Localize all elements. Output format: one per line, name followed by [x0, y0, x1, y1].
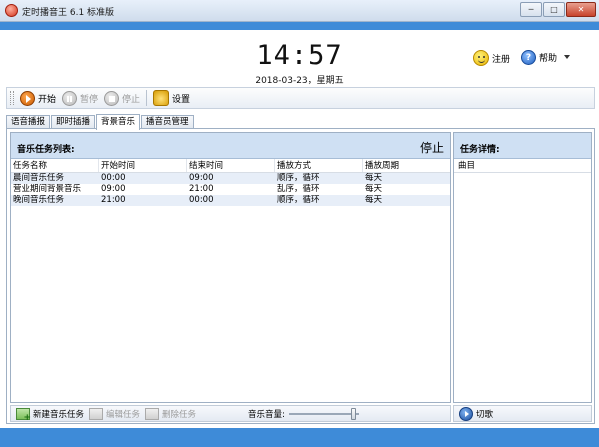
detail-actions: 切歌: [453, 405, 592, 422]
task-table-body: 晨间音乐任务 00:00 09:00 顺序，循环 每天 营业期间背景音乐 09:…: [11, 173, 450, 206]
table-row[interactable]: 营业期间背景音乐 09:00 21:00 乱序，循环 每天: [11, 184, 450, 195]
status-bar: [0, 428, 599, 447]
stop-label: 停止: [122, 94, 141, 105]
column-header-play-cycle[interactable]: 播放周期: [363, 159, 449, 172]
stop-button[interactable]: 停止: [104, 89, 140, 107]
cell-start-time: 00:00: [101, 173, 126, 183]
switch-song-button[interactable]: 切歌: [459, 406, 494, 421]
add-task-icon: [16, 407, 31, 423]
delete-task-label: 删除任务: [162, 409, 197, 420]
column-header-task-name[interactable]: 任务名称: [11, 159, 99, 172]
tab-background-music[interactable]: 背景音乐: [96, 114, 141, 130]
background-music-panel: 音乐任务列表: 停止 任务名称 开始时间 结束时间 播放方式 播放周期 晨间音乐…: [6, 128, 595, 424]
register-link[interactable]: 注册: [473, 50, 510, 66]
task-table-header: 任务名称 开始时间 结束时间 播放方式 播放周期: [11, 159, 450, 173]
table-row[interactable]: 晨间音乐任务 00:00 09:00 顺序，循环 每天: [11, 173, 450, 184]
tab-strip: 语音播报 即时插播 背景音乐 播音员管理: [6, 113, 195, 130]
cell-start-time: 21:00: [101, 195, 126, 205]
play-icon: [20, 90, 35, 106]
cell-start-time: 09:00: [101, 184, 126, 194]
edit-task-button[interactable]: 编辑任务: [89, 407, 141, 420]
maximize-button[interactable]: □: [543, 2, 565, 17]
cell-play-mode: 顺序，循环: [277, 195, 320, 205]
register-label: 注册: [492, 54, 511, 65]
switch-song-label: 切歌: [476, 409, 494, 420]
volume-slider[interactable]: [288, 407, 359, 420]
pause-icon: [62, 90, 78, 106]
start-button[interactable]: 开始: [20, 89, 56, 107]
app-icon: [5, 4, 18, 17]
cell-task-name: 晨间音乐任务: [13, 173, 65, 183]
cell-play-mode: 乱序，循环: [277, 184, 320, 194]
window-title: 定时播音王 6.1 标准版: [22, 8, 115, 18]
cell-end-time: 09:00: [189, 173, 214, 183]
music-task-list-title: 音乐任务列表:: [17, 145, 75, 155]
settings-label: 设置: [172, 94, 191, 105]
music-task-list-header: 音乐任务列表: 停止: [11, 133, 450, 159]
header-accent-bar: [0, 22, 599, 30]
start-label: 开始: [38, 94, 57, 105]
settings-icon: [153, 90, 170, 106]
volume-slider-thumb[interactable]: [350, 407, 356, 420]
toolbar-grip[interactable]: [10, 91, 14, 105]
column-header-track[interactable]: 曲目: [454, 159, 591, 173]
volume-slider-track: [288, 412, 359, 415]
cell-end-time: 21:00: [189, 184, 214, 194]
chevron-down-icon[interactable]: [564, 55, 570, 59]
music-task-actions: 新建音乐任务 编辑任务 删除任务 音乐音量:: [10, 405, 451, 423]
clock-date: 2018-03-23，星期五: [255, 76, 344, 86]
settings-button[interactable]: 设置: [153, 89, 190, 107]
next-track-icon: [459, 406, 473, 421]
tab-announcer-management[interactable]: 播音员管理: [141, 115, 194, 129]
cell-end-time: 00:00: [189, 195, 214, 205]
edit-task-label: 编辑任务: [106, 409, 141, 420]
main-toolbar: 开始 暂停 停止 设置: [6, 87, 595, 109]
pause-label: 暂停: [80, 94, 99, 105]
close-button[interactable]: ✕: [566, 2, 596, 17]
edit-icon: [89, 407, 104, 420]
cell-task-name: 晚间音乐任务: [13, 195, 65, 205]
cell-play-cycle: 每天: [365, 173, 383, 183]
delete-task-button[interactable]: 删除任务: [145, 407, 197, 420]
cell-task-name: 营业期间背景音乐: [13, 184, 82, 194]
new-music-task-button[interactable]: 新建音乐任务: [16, 407, 85, 423]
column-header-start-time[interactable]: 开始时间: [99, 159, 187, 172]
help-link[interactable]: ? 帮助: [521, 50, 557, 65]
smiley-icon: [473, 50, 489, 66]
column-header-end-time[interactable]: 结束时间: [187, 159, 275, 172]
stop-icon: [104, 90, 120, 106]
help-icon: ?: [521, 50, 536, 65]
help-label: 帮助: [539, 54, 558, 64]
toolbar-separator: [146, 90, 148, 106]
playback-status: 停止: [419, 141, 444, 155]
music-task-list-pane: 音乐任务列表: 停止 任务名称 开始时间 结束时间 播放方式 播放周期 晨间音乐…: [10, 132, 451, 403]
task-detail-pane: 任务详情: 曲目: [453, 132, 592, 403]
title-bar: 定时播音王 6.1 标准版 ─ □ ✕: [0, 0, 599, 22]
cell-play-cycle: 每天: [365, 195, 383, 205]
volume-label: 音乐音量:: [248, 409, 285, 420]
table-row[interactable]: 晚间音乐任务 21:00 00:00 顺序，循环 每天: [11, 195, 450, 206]
tab-voice-broadcast[interactable]: 语音播报: [6, 115, 51, 129]
tab-instant-insert[interactable]: 即时插播: [51, 115, 96, 129]
delete-icon: [145, 407, 160, 420]
cell-play-cycle: 每天: [365, 184, 383, 194]
column-header-play-mode[interactable]: 播放方式: [275, 159, 363, 172]
pause-button[interactable]: 暂停: [62, 89, 98, 107]
new-music-task-label: 新建音乐任务: [33, 409, 85, 420]
task-detail-title: 任务详情:: [460, 145, 500, 155]
task-detail-header: 任务详情:: [454, 133, 591, 159]
minimize-button[interactable]: ─: [520, 2, 542, 17]
cell-play-mode: 顺序，循环: [277, 173, 320, 183]
